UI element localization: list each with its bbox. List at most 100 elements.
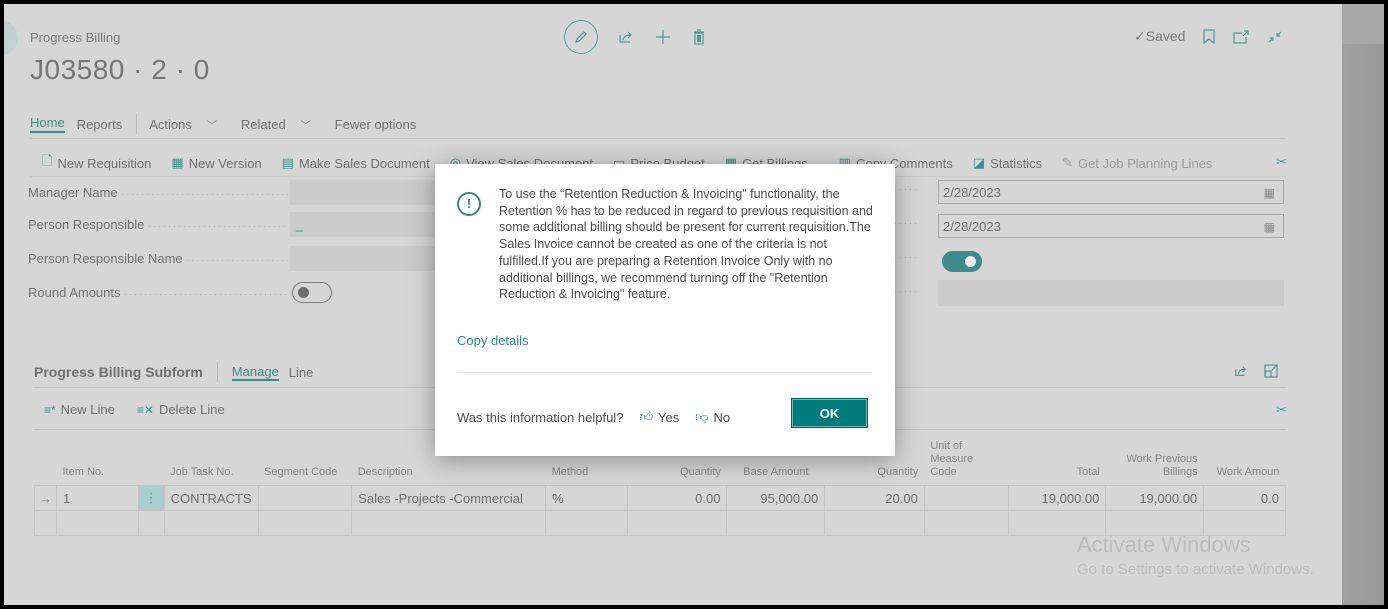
delete-line-button[interactable]: ≡✕ Delete Line	[137, 402, 225, 417]
delete-icon[interactable]	[692, 29, 706, 45]
col-work-previous-billings[interactable]: Work Previous Billings	[1105, 429, 1204, 486]
unpin-icon[interactable]: ✂	[1276, 402, 1287, 418]
cell-item-no[interactable]	[56, 510, 139, 536]
thumbs-up-icon: 👍︎	[639, 409, 654, 424]
date-field-1[interactable]: 2/28/2023 ▦	[938, 180, 1284, 204]
cell-description[interactable]	[351, 510, 547, 536]
cell-segment-code[interactable]	[257, 510, 353, 536]
add-icon[interactable]	[654, 28, 672, 46]
subform-title: Progress Billing Subform	[34, 364, 203, 380]
thumbs-down-icon: 👎︎	[695, 409, 709, 424]
tab-actions[interactable]: Actions ﹀	[149, 117, 229, 132]
cell-description[interactable]: Sales -Projects -Commercial	[351, 485, 547, 511]
cell-base-amount[interactable]: 95,000.00	[726, 485, 826, 511]
cell-uom[interactable]	[923, 485, 1009, 511]
tab-manage[interactable]: Manage	[231, 364, 279, 381]
expand-icon[interactable]	[1264, 364, 1278, 381]
round-amounts-toggle[interactable]	[292, 282, 332, 303]
cell-method[interactable]: %	[545, 485, 628, 511]
cell-quantity[interactable]: 0.00	[626, 485, 728, 511]
feedback-yes-button[interactable]: 👍︎ Yes	[639, 409, 679, 425]
page-title: J03580 · 2 · 0	[30, 54, 210, 85]
cell-quantity-2[interactable]	[824, 510, 925, 536]
fewer-options-button[interactable]: Fewer options	[335, 117, 417, 132]
new-line-button[interactable]: ≡* New Line	[44, 402, 115, 417]
share-icon[interactable]	[618, 29, 634, 45]
table-row[interactable]: → 1 ⋮ CONTRACTS Sales -Projects -Commerc…	[34, 485, 1286, 511]
col-total[interactable]: Total	[1008, 429, 1106, 486]
statistics-button[interactable]: ◪ Statistics	[973, 152, 1042, 174]
statistics-icon: ◪	[972, 155, 986, 170]
field-label: Person Responsible Name	[28, 251, 183, 266]
new-requisition-button[interactable]: 🗋 New Requisition	[42, 152, 151, 174]
col-menu	[138, 429, 165, 486]
cell-job-task-no[interactable]: CONTRACTS	[163, 485, 259, 511]
calendar-icon[interactable]: ▦	[1264, 181, 1275, 205]
calendar-icon[interactable]: ▦	[1264, 215, 1275, 239]
activate-windows-watermark: Activate Windows Go to Settings to activ…	[1077, 532, 1314, 578]
field-label: Manager Name	[28, 185, 118, 200]
cell-work-amount[interactable]: 0.0	[1203, 485, 1286, 511]
new-version-button[interactable]: ▦ New Version	[171, 152, 261, 174]
cell-job-task-no[interactable]	[163, 510, 259, 536]
bookmark-icon[interactable]	[1203, 29, 1216, 44]
row-menu-button[interactable]: ⋮	[137, 485, 165, 511]
row-arrow-icon: →	[34, 485, 57, 511]
divider	[457, 372, 872, 373]
delete-line-icon: ≡✕	[136, 402, 154, 417]
unpin-icon[interactable]: ✂	[1276, 154, 1287, 170]
back-button[interactable]	[4, 20, 18, 56]
cell-item-no[interactable]: 1	[56, 485, 139, 511]
feature-toggle[interactable]	[942, 251, 982, 272]
feedback-no-button[interactable]: 👎︎ No	[695, 409, 730, 425]
cell-total[interactable]: 19,000.00	[1007, 485, 1107, 511]
divider	[30, 138, 1286, 139]
edit-icon[interactable]	[564, 20, 598, 54]
col-segment-code[interactable]: Segment Code	[258, 429, 352, 486]
cell-uom[interactable]	[923, 510, 1009, 536]
action-menu: Home Reports Actions ﹀ Related ﹀ Fewer opt…	[30, 114, 428, 134]
tab-related[interactable]: Related ﹀	[241, 117, 323, 132]
saved-status: ✓Saved	[1134, 28, 1186, 44]
date-field-2[interactable]: 2/28/2023 ▦	[938, 214, 1284, 238]
warning-icon: !	[457, 192, 481, 216]
col-uom[interactable]: Unit of Measure Code	[924, 429, 1009, 486]
subform-header: Progress Billing Subform Manage Line	[34, 362, 323, 382]
get-job-planning-lines-button[interactable]: ✎ Get Job Planning Lines	[1062, 152, 1212, 174]
share-icon[interactable]	[1234, 364, 1248, 381]
cell-quantity-2[interactable]: 20.00	[824, 485, 925, 511]
col-job-task-no[interactable]: Job Task No.	[164, 429, 259, 486]
subform-action-bar: ≡* New Line ≡✕ Delete Line	[44, 402, 247, 417]
row-arrow-icon	[34, 510, 57, 536]
cell-quantity[interactable]	[626, 510, 728, 536]
new-version-icon: ▦	[171, 155, 184, 170]
cell-work-previous-billings[interactable]: 19,000.00	[1105, 485, 1205, 511]
round-amounts-field: Round Amounts ··························…	[28, 282, 332, 303]
cell-base-amount[interactable]	[726, 510, 826, 536]
chevron-down-icon: ﹀	[206, 120, 217, 132]
record-toolbar	[564, 20, 706, 54]
collapse-icon[interactable]	[1267, 30, 1283, 44]
make-document-icon: ▤	[281, 155, 294, 170]
tab-reports[interactable]: Reports	[77, 117, 123, 132]
status-area: ✓Saved	[1134, 28, 1283, 45]
scrollbar[interactable]	[1342, 4, 1384, 605]
menu-divider	[136, 114, 138, 134]
field-label: Person Responsible	[28, 217, 145, 232]
row-menu-button[interactable]	[137, 510, 165, 536]
make-sales-document-button[interactable]: ▤ Make Sales Document	[282, 152, 430, 174]
feedback-question: Was this information helpful?	[457, 409, 624, 425]
cell-segment-code[interactable]	[257, 485, 353, 511]
tab-home[interactable]: Home	[30, 115, 65, 133]
cell-method[interactable]	[545, 510, 628, 536]
field-label: Round Amounts	[28, 285, 121, 300]
copy-details-link[interactable]: Copy details	[457, 333, 529, 348]
breadcrumb: Progress Billing	[30, 30, 121, 45]
check-icon: ✓	[1134, 28, 1146, 44]
col-work-amount[interactable]: Work Amoun	[1203, 429, 1286, 486]
tab-line[interactable]: Line	[289, 365, 314, 380]
ok-button[interactable]: OK	[791, 398, 868, 428]
col-item-no[interactable]: Item No.	[56, 429, 139, 486]
new-line-icon: ≡*	[44, 402, 56, 417]
open-new-window-icon[interactable]	[1233, 29, 1250, 44]
